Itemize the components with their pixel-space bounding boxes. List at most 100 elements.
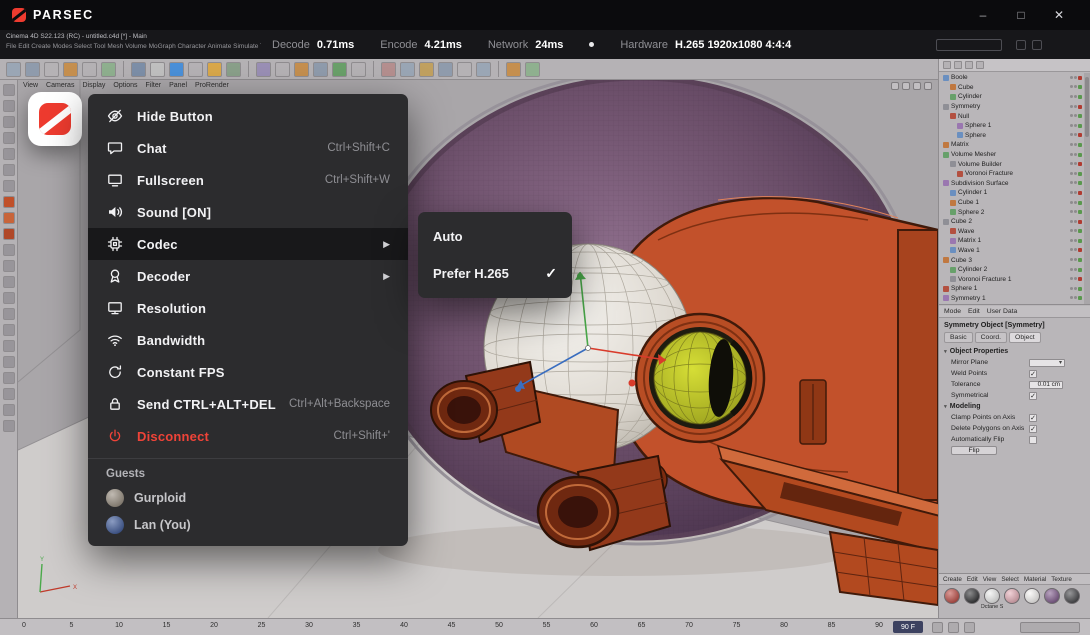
toolbar-icon-1[interactable] <box>25 62 40 77</box>
toolbar-icon-12[interactable] <box>256 62 271 77</box>
maximize-button[interactable]: □ <box>1002 0 1040 30</box>
current-frame-box[interactable]: 90 F <box>893 621 923 633</box>
c4d-layout-dropdown[interactable] <box>936 39 1002 51</box>
visibility-dot-icon[interactable] <box>1070 95 1073 98</box>
visibility-dot-icon[interactable] <box>1070 277 1073 280</box>
menu-item-fullscreen[interactable]: FullscreenCtrl+Shift+W <box>88 164 408 196</box>
toolbar-icon-2[interactable] <box>44 62 59 77</box>
material-menu-select[interactable]: Select <box>1001 576 1019 583</box>
visibility-dot-icon[interactable] <box>1070 210 1073 213</box>
toolbar-icon-15[interactable] <box>313 62 328 77</box>
viewport-menu-cameras[interactable]: Cameras <box>46 82 74 89</box>
visibility-dot-icon[interactable] <box>1070 191 1073 194</box>
object-tag-icon[interactable] <box>1078 248 1082 252</box>
mode-toolbar-icon-21[interactable] <box>3 420 15 432</box>
viewport-layout-icon[interactable] <box>924 82 932 90</box>
visibility-dot-icon[interactable] <box>1070 172 1073 175</box>
c4d-timeline[interactable]: 90 F 05101520253035404550556065707580859… <box>0 618 1090 635</box>
visibility-dot-icon[interactable] <box>1070 133 1073 136</box>
material-menu-view[interactable]: View <box>983 576 997 583</box>
object-row[interactable]: Volume Mesher <box>939 150 1084 160</box>
object-tag-icon[interactable] <box>1078 172 1082 176</box>
mode-toolbar-icon-2[interactable] <box>3 116 15 128</box>
object-row[interactable]: Voronoi Fracture 1 <box>939 274 1084 284</box>
object-tag-icon[interactable] <box>1078 76 1082 80</box>
object-row[interactable]: Cube 2 <box>939 217 1084 227</box>
render-dot-icon[interactable] <box>1074 239 1077 242</box>
attr-menu-mode[interactable]: Mode <box>944 308 961 315</box>
render-dot-icon[interactable] <box>1074 153 1077 156</box>
mode-toolbar-icon-4[interactable] <box>3 148 15 160</box>
attr-tab-coord[interactable]: Coord. <box>975 332 1007 343</box>
object-row[interactable]: Volume Builder <box>939 159 1084 169</box>
toolbar-icon-14[interactable] <box>294 62 309 77</box>
object-manager-scrollbar[interactable] <box>1084 73 1090 304</box>
viewport-menu-options[interactable]: Options <box>113 82 137 89</box>
toolbar-icon-25[interactable] <box>525 62 540 77</box>
render-dot-icon[interactable] <box>1074 258 1077 261</box>
mode-toolbar-icon-14[interactable] <box>3 308 15 320</box>
guest-row-gurploid[interactable]: Gurploid <box>88 484 408 511</box>
mode-toolbar-icon-5[interactable] <box>3 164 15 176</box>
attr-checkbox[interactable]: ✓ <box>1029 392 1037 400</box>
object-row[interactable]: Wave 1 <box>939 246 1084 256</box>
material-menu-edit[interactable]: Edit <box>967 576 978 583</box>
toolbar-icon-5[interactable] <box>101 62 116 77</box>
visibility-dot-icon[interactable] <box>1070 248 1073 251</box>
submenu-item-auto[interactable]: Auto <box>418 218 572 255</box>
object-row[interactable]: Sphere 1 <box>939 121 1084 131</box>
material-swatch[interactable] <box>1004 588 1020 604</box>
mode-toolbar-icon-11[interactable] <box>3 260 15 272</box>
object-tag-icon[interactable] <box>1078 133 1082 137</box>
toolbar-icon-17[interactable] <box>351 62 366 77</box>
menu-item-hide-button[interactable]: Hide Button <box>88 100 408 132</box>
mode-toolbar-icon-19[interactable] <box>3 388 15 400</box>
render-dot-icon[interactable] <box>1074 210 1077 213</box>
object-row[interactable]: Cube 3 <box>939 255 1084 265</box>
material-swatch[interactable] <box>984 588 1000 604</box>
minimize-button[interactable]: – <box>964 0 1002 30</box>
object-tag-icon[interactable] <box>1078 105 1082 109</box>
material-swatch[interactable] <box>1044 588 1060 604</box>
mode-toolbar-icon-20[interactable] <box>3 404 15 416</box>
object-row[interactable]: Cylinder 2 <box>939 265 1084 275</box>
toolbar-icon-8[interactable] <box>169 62 184 77</box>
attr-group-modeling[interactable]: ▾Modeling <box>939 401 1090 412</box>
object-row[interactable]: Sphere 1 <box>939 284 1084 294</box>
visibility-dot-icon[interactable] <box>1070 162 1073 165</box>
c4d-chrome-button[interactable] <box>1016 40 1026 50</box>
object-tag-icon[interactable] <box>1078 268 1082 272</box>
object-row[interactable]: Voronoi Fracture <box>939 169 1084 179</box>
visibility-dot-icon[interactable] <box>1070 153 1073 156</box>
render-dot-icon[interactable] <box>1074 229 1077 232</box>
om-view-icon[interactable] <box>976 61 984 69</box>
render-dot-icon[interactable] <box>1074 95 1077 98</box>
menu-item-codec[interactable]: Codec▶ <box>88 228 408 260</box>
material-swatch[interactable] <box>944 588 960 604</box>
attr-value-field[interactable]: 0.01 cm <box>1029 381 1063 389</box>
toolbar-icon-19[interactable] <box>400 62 415 77</box>
object-row[interactable]: Cube 1 <box>939 198 1084 208</box>
viewport-rotate-icon[interactable] <box>913 82 921 90</box>
attr-checkbox[interactable]: ✓ <box>1029 414 1037 422</box>
viewport-pan-icon[interactable] <box>891 82 899 90</box>
mode-toolbar-icon-16[interactable] <box>3 340 15 352</box>
material-menu-texture[interactable]: Texture <box>1051 576 1072 583</box>
attr-tab-object[interactable]: Object <box>1009 332 1041 343</box>
visibility-dot-icon[interactable] <box>1070 239 1073 242</box>
material-swatch[interactable] <box>964 588 980 604</box>
object-row[interactable]: Null <box>939 111 1084 121</box>
mode-toolbar-icon-6[interactable] <box>3 180 15 192</box>
render-dot-icon[interactable] <box>1074 220 1077 223</box>
close-button[interactable]: ✕ <box>1040 0 1078 30</box>
mode-toolbar-icon-3[interactable] <box>3 132 15 144</box>
object-tag-icon[interactable] <box>1078 229 1082 233</box>
visibility-dot-icon[interactable] <box>1070 114 1073 117</box>
render-dot-icon[interactable] <box>1074 181 1077 184</box>
viewport-menu-prorender[interactable]: ProRender <box>195 82 229 89</box>
viewport-menu-panel[interactable]: Panel <box>169 82 187 89</box>
visibility-dot-icon[interactable] <box>1070 85 1073 88</box>
visibility-dot-icon[interactable] <box>1070 258 1073 261</box>
render-dot-icon[interactable] <box>1074 248 1077 251</box>
render-dot-icon[interactable] <box>1074 201 1077 204</box>
